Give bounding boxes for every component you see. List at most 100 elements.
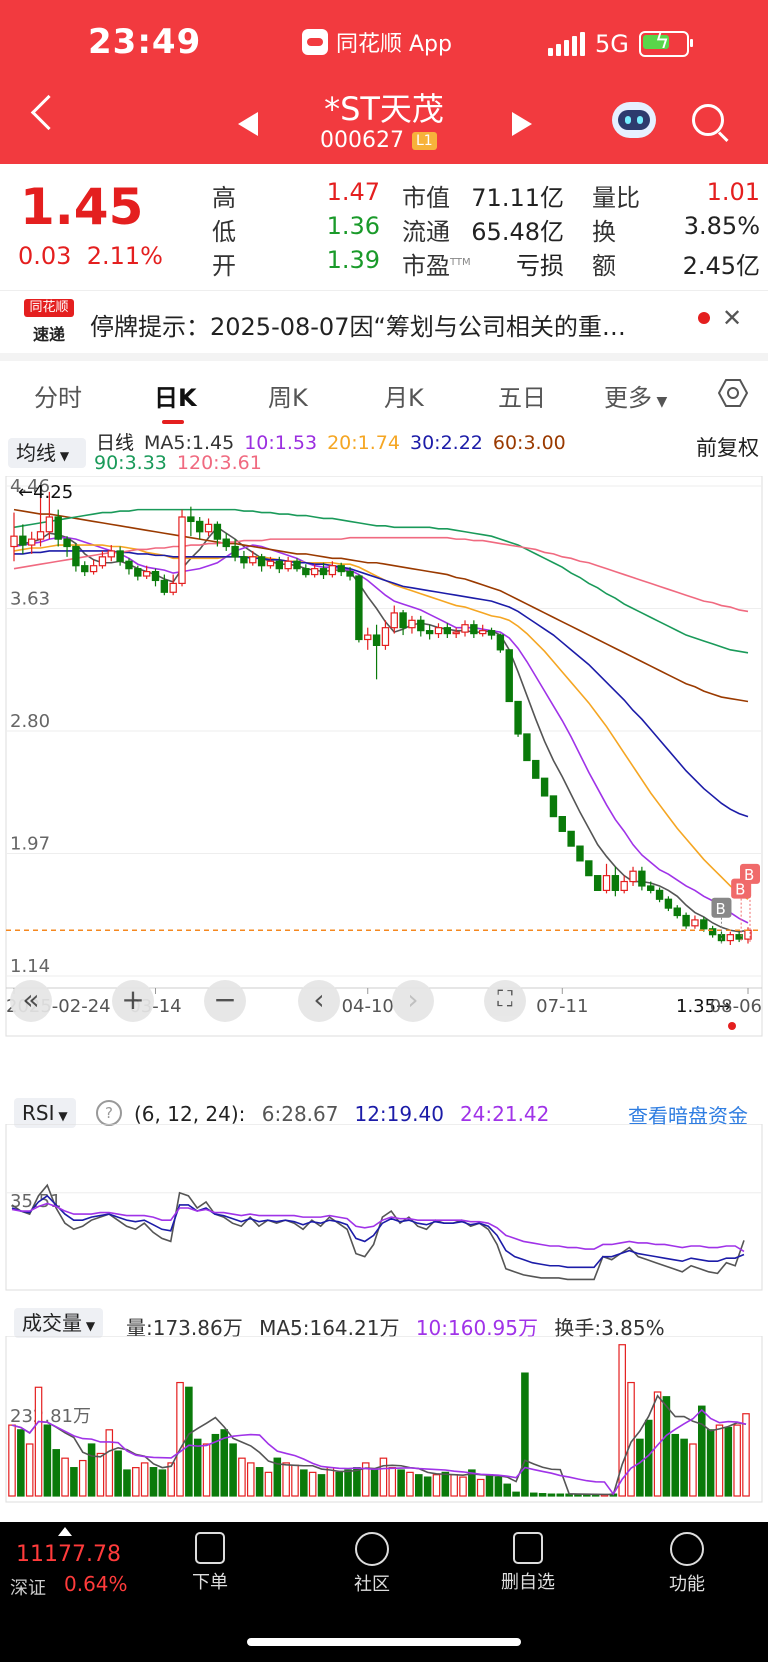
last-price: 1.45 <box>20 178 144 236</box>
volume-bar <box>123 1469 131 1497</box>
tab-monthly-k[interactable]: 月K <box>384 378 424 413</box>
quote-label: 高 <box>212 184 236 212</box>
rsi-chart[interactable]: 35.51 <box>0 1124 768 1292</box>
price-change: 0.03 2.11% <box>18 242 163 270</box>
fullscreen-icon[interactable]: ⛶ <box>484 980 526 1022</box>
candle <box>443 623 452 639</box>
volume-selector[interactable]: 成交量 ▼ <box>14 1308 104 1338</box>
candle-body <box>505 649 513 703</box>
signal-icon <box>548 32 585 56</box>
functions-button[interactable]: 功能 <box>637 1532 737 1596</box>
ma-legend-item: 10:1.53 <box>244 432 318 454</box>
candle-body <box>346 571 354 577</box>
order-button[interactable]: 下单 <box>160 1532 260 1594</box>
candle-body <box>673 907 681 917</box>
ma-line-ma20 <box>13 544 749 900</box>
ma-line-ma120 <box>13 536 749 613</box>
volume-bar <box>308 1471 317 1497</box>
tab-intraday[interactable]: 分时 <box>34 378 82 413</box>
volume-bar <box>556 1493 565 1497</box>
notice-text[interactable]: 停牌提示：2025-08-07因“筹划与公司相关的重… <box>90 307 626 342</box>
tab-five-day[interactable]: 五日 <box>498 378 546 413</box>
notice-bar[interactable]: 同花顺 速递 停牌提示：2025-08-07因“筹划与公司相关的重… <box>0 290 768 361</box>
candle <box>434 623 443 639</box>
candle <box>532 759 540 779</box>
candle-body <box>231 545 239 558</box>
volume-bar <box>246 1462 255 1497</box>
remove-watchlist-button[interactable]: 删自选 <box>478 1532 578 1594</box>
candle-body <box>302 568 310 576</box>
unread-dot-icon <box>698 312 710 324</box>
candle-body <box>602 875 611 891</box>
tab-more[interactable]: 更多 ▼ <box>604 378 667 413</box>
candle-body <box>558 816 566 832</box>
volume-bar <box>512 1491 520 1497</box>
volume-bar <box>344 1469 352 1497</box>
zoom-left-end-icon[interactable]: « <box>10 980 52 1022</box>
quote-value: 1.36 <box>326 212 380 240</box>
help-icon[interactable]: ? <box>96 1100 122 1126</box>
rsi-label: RSI <box>22 1101 55 1125</box>
volume-chart[interactable]: 232.81万 <box>0 1336 768 1508</box>
candle-body <box>593 875 602 891</box>
candle <box>151 568 160 587</box>
volume-label: 成交量 <box>22 1311 82 1335</box>
status-app-name: 同花顺 App <box>336 32 452 57</box>
ma-selector[interactable]: 均线 ▼ <box>8 438 86 468</box>
candle-body <box>523 733 531 762</box>
index-up-arrow-icon <box>58 1527 72 1536</box>
candle-body <box>408 619 416 629</box>
candle-body <box>125 560 133 570</box>
candle <box>293 558 301 572</box>
volume-bar <box>149 1467 158 1497</box>
quote-label: 低 <box>212 218 236 246</box>
volume-bar <box>547 1493 556 1497</box>
order-label: 下单 <box>192 1572 228 1593</box>
candle-body <box>726 934 735 942</box>
index-value[interactable]: 11177.78 <box>16 1542 121 1567</box>
notice-close-icon[interactable]: ✕ <box>722 304 742 332</box>
next-stock-icon[interactable] <box>512 112 532 136</box>
volume-bar <box>715 1424 724 1497</box>
kline-chart[interactable]: 4.463.632.801.971.14←4.251.35→BBB2025-02… <box>0 476 768 1044</box>
order-form-icon <box>195 1532 225 1564</box>
candle <box>691 915 699 929</box>
candle <box>523 733 531 762</box>
candle-body <box>496 634 505 651</box>
volume-bar <box>450 1474 458 1497</box>
candle <box>257 553 266 572</box>
assistant-robot-icon[interactable] <box>612 102 656 138</box>
adjust-mode[interactable]: 前复权 <box>696 432 759 462</box>
candle-body <box>514 700 522 735</box>
volume-bar <box>282 1462 290 1497</box>
status-app: 同花顺 App <box>302 26 452 58</box>
candle <box>585 860 593 877</box>
tab-daily-k[interactable]: 日K <box>154 378 197 413</box>
volume-bar <box>406 1471 414 1497</box>
volume-bar <box>662 1396 671 1497</box>
candle-body <box>638 870 646 887</box>
candle <box>514 700 522 737</box>
candle-body <box>452 631 460 635</box>
candle <box>611 866 620 897</box>
tab-weekly-k[interactable]: 周K <box>268 378 308 413</box>
candle <box>505 649 513 703</box>
zoom-in-icon[interactable]: + <box>112 980 154 1022</box>
settings-hex-icon[interactable] <box>718 378 748 408</box>
volume-bar <box>326 1467 335 1497</box>
volume-bar <box>176 1381 184 1497</box>
scroll-left-icon[interactable]: ‹ <box>298 980 340 1022</box>
community-button[interactable]: 社区 <box>322 1532 422 1596</box>
candle <box>540 777 549 797</box>
scroll-right-icon[interactable]: › <box>392 980 434 1022</box>
volume-bar <box>423 1476 432 1497</box>
volume-bar <box>264 1471 273 1497</box>
search-icon[interactable] <box>692 104 724 136</box>
candle <box>558 816 566 832</box>
candle <box>638 866 646 891</box>
ma-line-ma10 <box>13 536 749 924</box>
candle-body <box>27 538 36 546</box>
zoom-out-icon[interactable]: − <box>204 980 246 1022</box>
volume-bar <box>317 1474 326 1497</box>
candle-body <box>700 919 708 930</box>
